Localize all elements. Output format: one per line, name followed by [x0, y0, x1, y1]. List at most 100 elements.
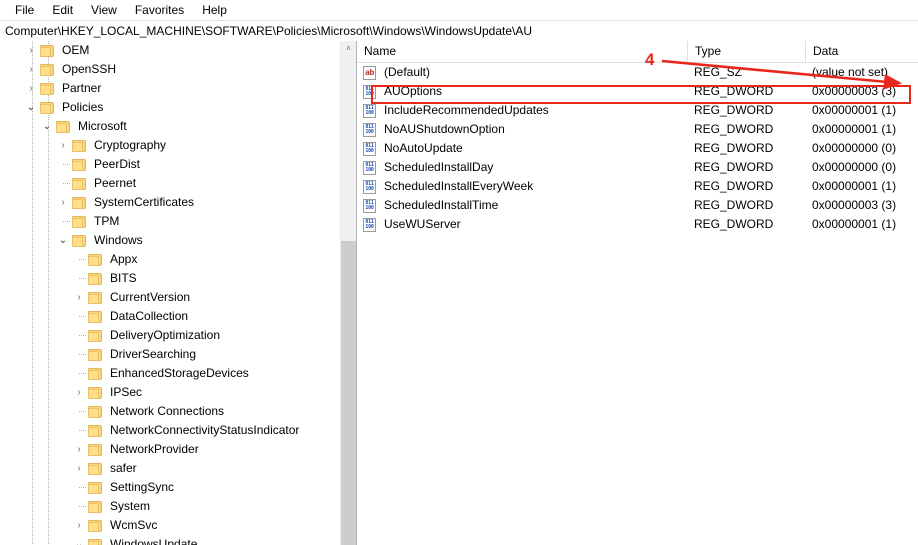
- value-type-cell: REG_DWORD: [694, 122, 774, 136]
- dword-value-icon: 011 100: [363, 199, 377, 213]
- table-row[interactable]: 011 100 ScheduledInstallDay REG_DWORD 0x0000…: [357, 158, 918, 177]
- tree-node[interactable]: BITS: [0, 269, 341, 288]
- string-value-icon: ab: [363, 66, 377, 80]
- folder-icon: [40, 64, 55, 76]
- chevron-right-icon[interactable]: ›: [23, 79, 39, 98]
- tree-node-label: safer: [110, 461, 137, 475]
- column-header-name[interactable]: Name: [357, 41, 687, 62]
- tree-node[interactable]: › WcmSvc: [0, 516, 341, 535]
- chevron-right-icon[interactable]: ›: [55, 193, 71, 212]
- tree-node[interactable]: DeliveryOptimization: [0, 326, 341, 345]
- tree-connector: [79, 373, 87, 374]
- tree-node-label: OpenSSH: [62, 62, 117, 76]
- tree-node[interactable]: PeerDist: [0, 155, 341, 174]
- dword-value-icon: 011 100: [363, 161, 377, 175]
- tree-node[interactable]: › NetworkProvider: [0, 440, 341, 459]
- address-bar[interactable]: Computer\HKEY_LOCAL_MACHINE\SOFTWARE\Pol…: [0, 20, 918, 42]
- chevron-right-icon[interactable]: ›: [71, 459, 87, 478]
- tree-node[interactable]: Appx: [0, 250, 341, 269]
- tree-connector: [79, 506, 87, 507]
- value-name-cell: UseWUServer: [384, 217, 461, 231]
- tree-node[interactable]: › OpenSSH: [0, 60, 341, 79]
- dword-value-icon: 011 100: [363, 180, 377, 194]
- tree-node[interactable]: System: [0, 497, 341, 516]
- chevron-right-icon[interactable]: ›: [71, 288, 87, 307]
- menu-item-help[interactable]: Help: [193, 1, 236, 19]
- tree-node[interactable]: DriverSearching: [0, 345, 341, 364]
- registry-path-text: Computer\HKEY_LOCAL_MACHINE\SOFTWARE\Pol…: [5, 24, 533, 38]
- value-type-cell: REG_DWORD: [694, 84, 774, 98]
- table-row[interactable]: 011 100 IncludeRecommendedUpdates REG_DWORD…: [357, 101, 918, 120]
- tree-node[interactable]: ⌄ WindowsUpdate: [0, 535, 341, 545]
- folder-icon: [88, 292, 103, 304]
- registry-tree-pane[interactable]: › OEM › OpenSSH › Partner ⌄ Policies ⌄ Microsoft ›…: [0, 41, 357, 545]
- list-column-headers: Name Type Data: [357, 41, 918, 63]
- chevron-right-icon[interactable]: ›: [71, 516, 87, 535]
- tree-connector: [79, 430, 87, 431]
- table-row[interactable]: 011 100 AUOptions REG_DWORD 0x00000003 (3): [357, 82, 918, 101]
- tree-node[interactable]: SettingSync: [0, 478, 341, 497]
- tree-node[interactable]: › OEM: [0, 41, 341, 60]
- folder-icon: [88, 368, 103, 380]
- value-data-cell: 0x00000003 (3): [812, 84, 897, 98]
- table-row[interactable]: 011 100 ScheduledInstallEveryWeek REG_DWORD…: [357, 177, 918, 196]
- scroll-up-arrow-icon[interactable]: ˄: [341, 41, 356, 57]
- tree-connector: [79, 487, 87, 488]
- chevron-down-icon[interactable]: ⌄: [23, 98, 39, 117]
- tree-node[interactable]: › Partner: [0, 79, 341, 98]
- chevron-down-icon[interactable]: ⌄: [55, 231, 71, 250]
- tree-node-label: System: [110, 499, 151, 513]
- dword-value-icon: 011 100: [363, 218, 377, 232]
- tree-node[interactable]: › safer: [0, 459, 341, 478]
- column-header-data[interactable]: Data: [805, 41, 918, 62]
- tree-node[interactable]: TPM: [0, 212, 341, 231]
- tree-node[interactable]: Network Connections: [0, 402, 341, 421]
- registry-values-pane[interactable]: Name Type Data ab (Default) REG_SZ (value n…: [357, 41, 918, 545]
- folder-icon: [88, 387, 103, 399]
- tree-node[interactable]: NetworkConnectivityStatusIndicator: [0, 421, 341, 440]
- table-row[interactable]: 011 100 UseWUServer REG_DWORD 0x00000001 (1): [357, 215, 918, 234]
- tree-node-label: TPM: [94, 214, 120, 228]
- chevron-right-icon[interactable]: ›: [71, 383, 87, 402]
- folder-icon: [56, 121, 71, 133]
- tree-node[interactable]: EnhancedStorageDevices: [0, 364, 341, 383]
- folder-icon: [72, 197, 87, 209]
- value-name-cell: AUOptions: [384, 84, 443, 98]
- value-data-cell: 0x00000000 (0): [812, 160, 897, 174]
- value-type-cell: REG_DWORD: [694, 217, 774, 231]
- table-row[interactable]: 011 100 ScheduledInstallTime REG_DWORD 0x000…: [357, 196, 918, 215]
- tree-node-label: Network Connections: [110, 404, 225, 418]
- menu-item-file[interactable]: File: [6, 1, 43, 19]
- folder-icon: [88, 444, 103, 456]
- tree-node[interactable]: ⌄ Windows: [0, 231, 341, 250]
- chevron-right-icon[interactable]: ›: [55, 136, 71, 155]
- column-header-type[interactable]: Type: [687, 41, 805, 62]
- table-row[interactable]: 011 100 NoAUShutdownOption REG_DWORD 0x00000…: [357, 120, 918, 139]
- menu-item-edit[interactable]: Edit: [43, 1, 82, 19]
- tree-node[interactable]: › Cryptography: [0, 136, 341, 155]
- table-row[interactable]: 011 100 NoAutoUpdate REG_DWORD 0x00000000 (0…: [357, 139, 918, 158]
- tree-node-label: IPSec: [110, 385, 143, 399]
- chevron-down-icon[interactable]: ⌄: [39, 117, 55, 136]
- folder-icon: [72, 140, 87, 152]
- chevron-down-icon[interactable]: ⌄: [71, 535, 87, 545]
- table-row[interactable]: ab (Default) REG_SZ (value not set): [357, 63, 918, 82]
- tree-node[interactable]: › IPSec: [0, 383, 341, 402]
- tree-node[interactable]: › SystemCertificates: [0, 193, 341, 212]
- tree-node[interactable]: ⌄ Microsoft: [0, 117, 341, 136]
- scrollbar-thumb[interactable]: [341, 241, 356, 545]
- tree-connector: [63, 164, 71, 165]
- tree-node[interactable]: › CurrentVersion: [0, 288, 341, 307]
- value-name-cell: NoAUShutdownOption: [384, 122, 505, 136]
- chevron-right-icon[interactable]: ›: [23, 60, 39, 79]
- tree-node[interactable]: ⌄ Policies: [0, 98, 341, 117]
- chevron-right-icon[interactable]: ›: [71, 440, 87, 459]
- tree-node[interactable]: DataCollection: [0, 307, 341, 326]
- tree-scrollbar[interactable]: ˄: [340, 41, 356, 545]
- menu-item-favorites[interactable]: Favorites: [126, 1, 193, 19]
- tree-node-label: EnhancedStorageDevices: [110, 366, 249, 380]
- menu-item-view[interactable]: View: [82, 1, 126, 19]
- tree-node[interactable]: Peernet: [0, 174, 341, 193]
- chevron-right-icon[interactable]: ›: [23, 41, 39, 60]
- tree-node-label: PeerDist: [94, 157, 141, 171]
